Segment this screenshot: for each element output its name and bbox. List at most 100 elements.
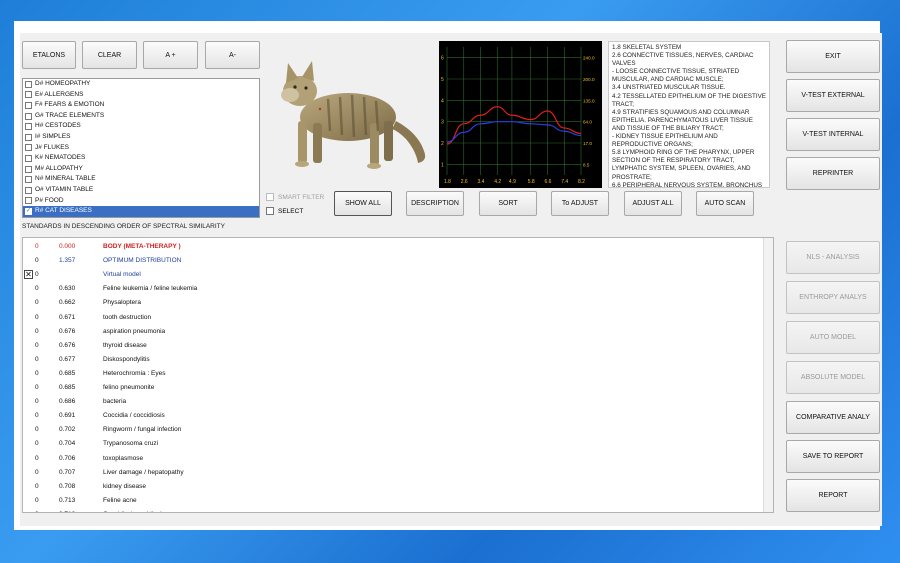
select-checkbox[interactable]: SELECT: [266, 207, 303, 215]
etalons-button[interactable]: ETALONS: [22, 41, 76, 69]
side-button-report[interactable]: REPORT: [786, 479, 880, 512]
table-row[interactable]: 0 0.707 Liver damage / hepatopathy: [23, 466, 763, 480]
table-row[interactable]: 0 0.706 toxoplasmose: [23, 452, 763, 466]
category-checkbox[interactable]: [25, 165, 32, 173]
category-item[interactable]: M# ALLOPATHY: [23, 164, 259, 175]
table-row[interactable]: 0 1.357 OPTIMUM DISTRIBUTION: [23, 254, 763, 268]
cell-c1: 0.713: [59, 496, 76, 504]
category-item[interactable]: K# NEMATODES: [23, 153, 259, 164]
side-button-comparative-analy[interactable]: COMPARATIVE ANALY: [786, 401, 880, 434]
category-item[interactable]: H# CESTODES: [23, 121, 259, 132]
show-all-button[interactable]: SHOW ALL: [334, 191, 392, 216]
cell-c2: thyroid disease: [103, 341, 147, 349]
cell-c2: aspiration pneumonia: [103, 327, 166, 335]
description-panel: 1.8 SKELETAL SYSTEM 2.6 CONNECTIVE TISSUE…: [608, 41, 770, 188]
category-item[interactable]: E# ALLERGENS: [23, 90, 259, 101]
cell-c0: 0: [35, 454, 39, 462]
table-row[interactable]: 0 0.676 thyroid disease: [23, 339, 763, 353]
category-checkbox[interactable]: [25, 186, 32, 194]
to-adjust-button[interactable]: To ADJUST: [551, 191, 609, 216]
smart-filter-label: SMART FILTER: [278, 193, 325, 201]
side-button-v-test-external[interactable]: V-TEST EXTERNAL: [786, 79, 880, 112]
description-line: 4.9 STRATIFIES SQUAMOUS AND COLUMNAR EPI…: [612, 108, 753, 132]
table-row[interactable]: 0 0.713 Feline acne: [23, 494, 763, 508]
table-row[interactable]: 0 0.685 Heterochromia : Eyes: [23, 367, 763, 381]
table-row[interactable]: 0 0.708 kidney disease: [23, 480, 763, 494]
category-checkbox[interactable]: [25, 123, 32, 131]
y-tick-label: 4: [441, 98, 444, 104]
table-scrollbar[interactable]: [763, 238, 773, 512]
table-row[interactable]: 0 0.713 Coccidia / coccidiosis: [23, 508, 763, 512]
table-row[interactable]: 0 0.704 Trypanosoma cruzi: [23, 437, 763, 451]
side-button-absolute-model[interactable]: ABSOLUTE MODEL: [786, 361, 880, 394]
category-checkbox[interactable]: ✓: [25, 207, 32, 215]
smart-filter-checkbox[interactable]: SMART FILTER: [266, 193, 324, 201]
category-checkbox[interactable]: [25, 144, 32, 152]
category-item[interactable]: N# MINERAL TABLE: [23, 174, 259, 185]
side-button-exit[interactable]: EXIT: [786, 40, 880, 73]
table-row[interactable]: 0 0.685 felino pneumonite: [23, 381, 763, 395]
category-item[interactable]: D# HOMEOPATHY: [23, 79, 259, 90]
cell-c2: Liver damage / hepatopathy: [103, 468, 184, 476]
cell-c0: 0: [35, 285, 39, 293]
side-button-auto-model[interactable]: AUTO MODEL: [786, 321, 880, 354]
a-plus-button[interactable]: A +: [143, 41, 198, 69]
category-item[interactable]: F# FEARS & EMOTION: [23, 100, 259, 111]
category-item[interactable]: I# SIMPLES: [23, 132, 259, 143]
cell-c1: 0.706: [59, 454, 76, 462]
sort-button[interactable]: SORT: [479, 191, 537, 216]
table-row[interactable]: 0 0.662 Physaloptera: [23, 296, 763, 310]
table-row[interactable]: 0 0.702 Ringworm / fungal infection: [23, 423, 763, 437]
table-row[interactable]: 0 0.000 BODY (META-THERAPY ): [23, 240, 763, 254]
cell-c1: 0.000: [59, 243, 76, 250]
category-checkbox[interactable]: [25, 176, 32, 184]
description-line: 3.4 UNSTRIATED MUSCULAR TISSUE.: [612, 84, 726, 92]
category-label: E# ALLERGENS: [35, 90, 84, 98]
table-row[interactable]: 0 0.676 aspiration pneumonia: [23, 325, 763, 339]
cell-c2: kidney disease: [103, 482, 146, 490]
marked-icon[interactable]: ✕: [24, 270, 33, 280]
side-button-reprinter[interactable]: REPRINTER: [786, 157, 880, 190]
cell-c2: felino pneumonite: [103, 384, 155, 391]
category-checkbox[interactable]: [25, 133, 32, 141]
cell-c1: 0.708: [59, 482, 76, 490]
category-checkbox[interactable]: [25, 101, 32, 109]
category-checkbox[interactable]: [25, 80, 32, 88]
side-button-save-to-report[interactable]: SAVE TO REPORT: [786, 440, 880, 473]
category-list[interactable]: D# HOMEOPATHY E# ALLERGENS F# FEARS & EMOT…: [22, 78, 260, 218]
a-minus-button[interactable]: A-: [205, 41, 260, 69]
adjust-all-button[interactable]: ADJUST ALL: [624, 191, 682, 216]
description-button[interactable]: DESCRIPTION: [406, 191, 464, 216]
cell-c0: 0: [35, 341, 39, 349]
side-button-enthropy-analys[interactable]: ENTHROPY ANALYS: [786, 281, 880, 314]
description-line: 4.2 TESSELLATED EPITHELIUM OF THE DIGEST…: [612, 92, 766, 108]
category-checkbox[interactable]: [25, 154, 32, 162]
category-item[interactable]: ✓ R# CAT DISEASES: [23, 206, 259, 217]
x-tick-label: 2.6: [461, 179, 468, 185]
cell-c0: 0: [35, 384, 39, 391]
clear-button[interactable]: CLEAR: [82, 41, 137, 69]
cell-c1: 0.630: [59, 285, 76, 293]
table-row[interactable]: 0 0.630 Feline leukemia / feline leukemia: [23, 282, 763, 296]
category-item[interactable]: G# TRACE ELEMENTS: [23, 111, 259, 122]
table-row[interactable]: ✕ 0 Virtual model: [23, 268, 763, 282]
side-button-v-test-internal[interactable]: V-TEST INTERNAL: [786, 118, 880, 151]
category-checkbox[interactable]: [25, 112, 32, 120]
category-item[interactable]: J# FLUKES: [23, 143, 259, 154]
table-row[interactable]: 0 0.671 tooth destruction: [23, 311, 763, 325]
category-label: J# FLUKES: [35, 143, 69, 151]
cell-c0: 0: [35, 426, 39, 434]
table-row[interactable]: 0 0.677 Diskospondylitis: [23, 353, 763, 367]
category-item[interactable]: P# FOOD: [23, 196, 259, 207]
cell-c0: 0: [35, 508, 45, 512]
auto-scan-button[interactable]: AUTO SCAN: [696, 191, 754, 216]
category-checkbox[interactable]: [25, 91, 32, 99]
cell-c1: 0.691: [59, 412, 76, 420]
cell-c2: Feline acne: [103, 496, 137, 504]
table-row[interactable]: 0 0.691 Coccidia / coccidiosis: [23, 409, 763, 423]
side-button-nls-analysis[interactable]: NLS - ANALYSIS: [786, 241, 880, 274]
category-item[interactable]: O# VITAMIN TABLE: [23, 185, 259, 196]
table-row[interactable]: 0 0.686 bacteria: [23, 395, 763, 409]
cell-c1: 0.702: [59, 426, 76, 434]
category-checkbox[interactable]: [25, 197, 32, 205]
